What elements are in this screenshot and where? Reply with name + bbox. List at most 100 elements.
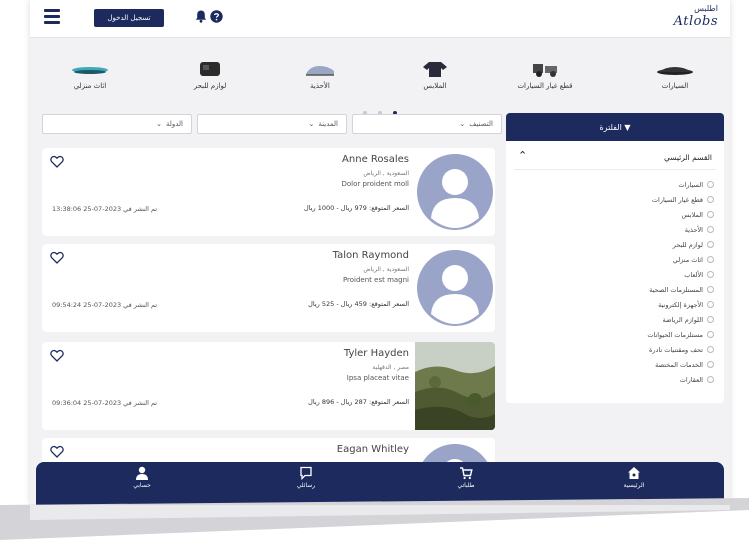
favorite-heart-icon[interactable] [50,251,64,264]
radio-button[interactable] [707,196,714,203]
category-radio-option[interactable]: مستلزمات الحيوانات [514,327,714,342]
category-radio-option[interactable]: السيارات [514,177,714,192]
filter-header[interactable]: ▼ الفلترة [506,113,724,141]
radio-button[interactable] [707,346,714,353]
category-radio-option[interactable]: الملابس [514,207,714,222]
category-radio-option[interactable]: اللوازم الرياضة [514,312,714,327]
login-button[interactable]: تسجيل الدخول [94,9,164,27]
classification-select[interactable]: التصنيف ⌄ [352,114,502,134]
radio-button[interactable] [707,361,714,368]
furniture-icon [72,67,108,74]
listing-card[interactable]: Anne Rosales السعودية , الرياض Dolor proid… [42,148,495,236]
listing-thumbnail[interactable] [415,148,495,236]
listing-name[interactable]: Tyler Hayden [344,348,409,359]
radio-label: العقارات [679,375,703,384]
category-sea-gear[interactable]: لوازم للبحر [165,58,255,98]
chevron-down-icon: ⌄ [156,120,162,128]
radio-button[interactable] [707,376,714,383]
category-radio-option[interactable]: اثاث منزلي [514,252,714,267]
category-radio-option[interactable]: المستلزمات الصحية [514,282,714,297]
listing-description: Dolor proident moll [341,180,409,188]
listing-name[interactable]: Talon Raymond [333,250,409,261]
bell-icon[interactable] [195,10,207,23]
radio-label: تحف ومقتنيات نادرة [649,345,703,354]
avatar-placeholder-image [415,148,495,236]
radio-button[interactable] [707,316,714,323]
radio-button[interactable] [707,286,714,293]
listing-location: مصر , الدقهلية [372,364,409,371]
collapse-chevron-icon[interactable]: ⌃ [518,149,527,162]
top-header: تسجيل الدخول اطلبس Atlobs [30,0,730,38]
radio-button[interactable] [707,241,714,248]
category-radio-option[interactable]: الأحذية [514,222,714,237]
radio-button[interactable] [707,211,714,218]
category-label: السيارات [661,82,689,90]
radio-button[interactable] [707,181,714,188]
radio-label: الألعاب [684,270,703,279]
radio-button[interactable] [707,331,714,338]
avatar-placeholder-image [415,244,495,332]
help-icon[interactable] [210,10,223,23]
listing-thumbnail[interactable] [415,342,495,430]
radio-button[interactable] [707,271,714,278]
listing-price: السعر المتوقع: 459 ريال - 525 ريال [308,300,409,308]
category-clothes[interactable]: الملابس [390,58,480,98]
chevron-down-icon: ⌄ [459,120,466,128]
favorite-heart-icon[interactable] [50,155,64,168]
radio-button[interactable] [707,301,714,308]
category-radio-option[interactable]: الألعاب [514,267,714,282]
filter-panel: ⌃ القسم الرئيسي السيارات قطع غيار السيارا… [506,141,724,403]
listing-date: تم النشر في 2023-07-25 09:54:24 [52,301,158,309]
listing-name[interactable]: Anne Rosales [342,154,409,165]
listing-card[interactable]: Tyler Hayden مصر , الدقهلية Ipsa placeat v… [42,342,495,430]
stage: تسجيل الدخول اطلبس Atlobs السيارات قطع غ… [0,0,749,540]
radio-label: اللوازم الرياضة [662,315,704,324]
listing-card[interactable]: Talon Raymond السعودية , الرياض Proident e… [42,244,495,332]
radio-label: الملابس [681,210,703,219]
radio-label: مستلزمات الحيوانات [647,330,703,339]
listing-description: Proident est magni [342,276,409,284]
user-icon [136,466,148,480]
sea-gear-icon [200,62,220,76]
category-label: الملابس [423,82,447,90]
city-select[interactable]: المدينة ⌄ [197,114,347,134]
category-cars[interactable]: السيارات [630,58,720,98]
listing-photo [415,342,495,430]
logo-arabic-text: اطلبس [694,4,718,13]
shoes-icon [306,66,334,76]
category-label: قطع غيار السيارات [517,82,573,90]
cart-icon [460,467,473,480]
category-radio-option[interactable]: لوازم للبحر [514,237,714,252]
radio-label: المستلزمات الصحية [649,285,703,294]
category-shoes[interactable]: الأحذية [275,58,365,98]
favorite-heart-icon[interactable] [50,445,64,458]
listing-date: تم النشر في 2023-07-25 13:38:06 [52,205,158,213]
favorite-heart-icon[interactable] [50,349,64,362]
logo-latin-text: Atlobs [673,14,718,29]
hamburger-menu-icon[interactable] [44,9,60,25]
radio-label: لوازم للبحر [672,240,703,249]
category-furniture[interactable]: اثاث منزلي [45,58,135,98]
listing-location: السعودية , الرياض [363,266,409,273]
radio-button[interactable] [707,226,714,233]
listing-description: Ipsa placeat vitae [346,374,409,382]
classification-select-value: التصنيف [469,120,493,128]
category-car-parts[interactable]: قطع غيار السيارات [500,58,590,98]
listing-thumbnail[interactable] [415,244,495,332]
country-select-value: الدولة [165,120,183,128]
radio-label: الأحذية [684,225,703,234]
home-icon [628,467,640,479]
country-select[interactable]: الدولة ⌄ [42,114,192,134]
category-radio-option[interactable]: العقارات [514,372,714,387]
category-radio-option[interactable]: الأجهزة إلكترونية [514,297,714,312]
category-radio-option[interactable]: الخدمات المختصة [514,357,714,372]
radio-button[interactable] [707,256,714,263]
listing-location: السعودية , الرياض [363,170,409,177]
listing-name[interactable]: Eagan Whitley [337,444,409,455]
filter-section-title: القسم الرئيسي [663,153,712,162]
car-icon [657,67,693,75]
page-edge-shadow [0,498,749,540]
category-label: لوازم للبحر [193,82,227,90]
category-radio-option[interactable]: تحف ومقتنيات نادرة [514,342,714,357]
category-radio-option[interactable]: قطع غيار السيارات [514,192,714,207]
